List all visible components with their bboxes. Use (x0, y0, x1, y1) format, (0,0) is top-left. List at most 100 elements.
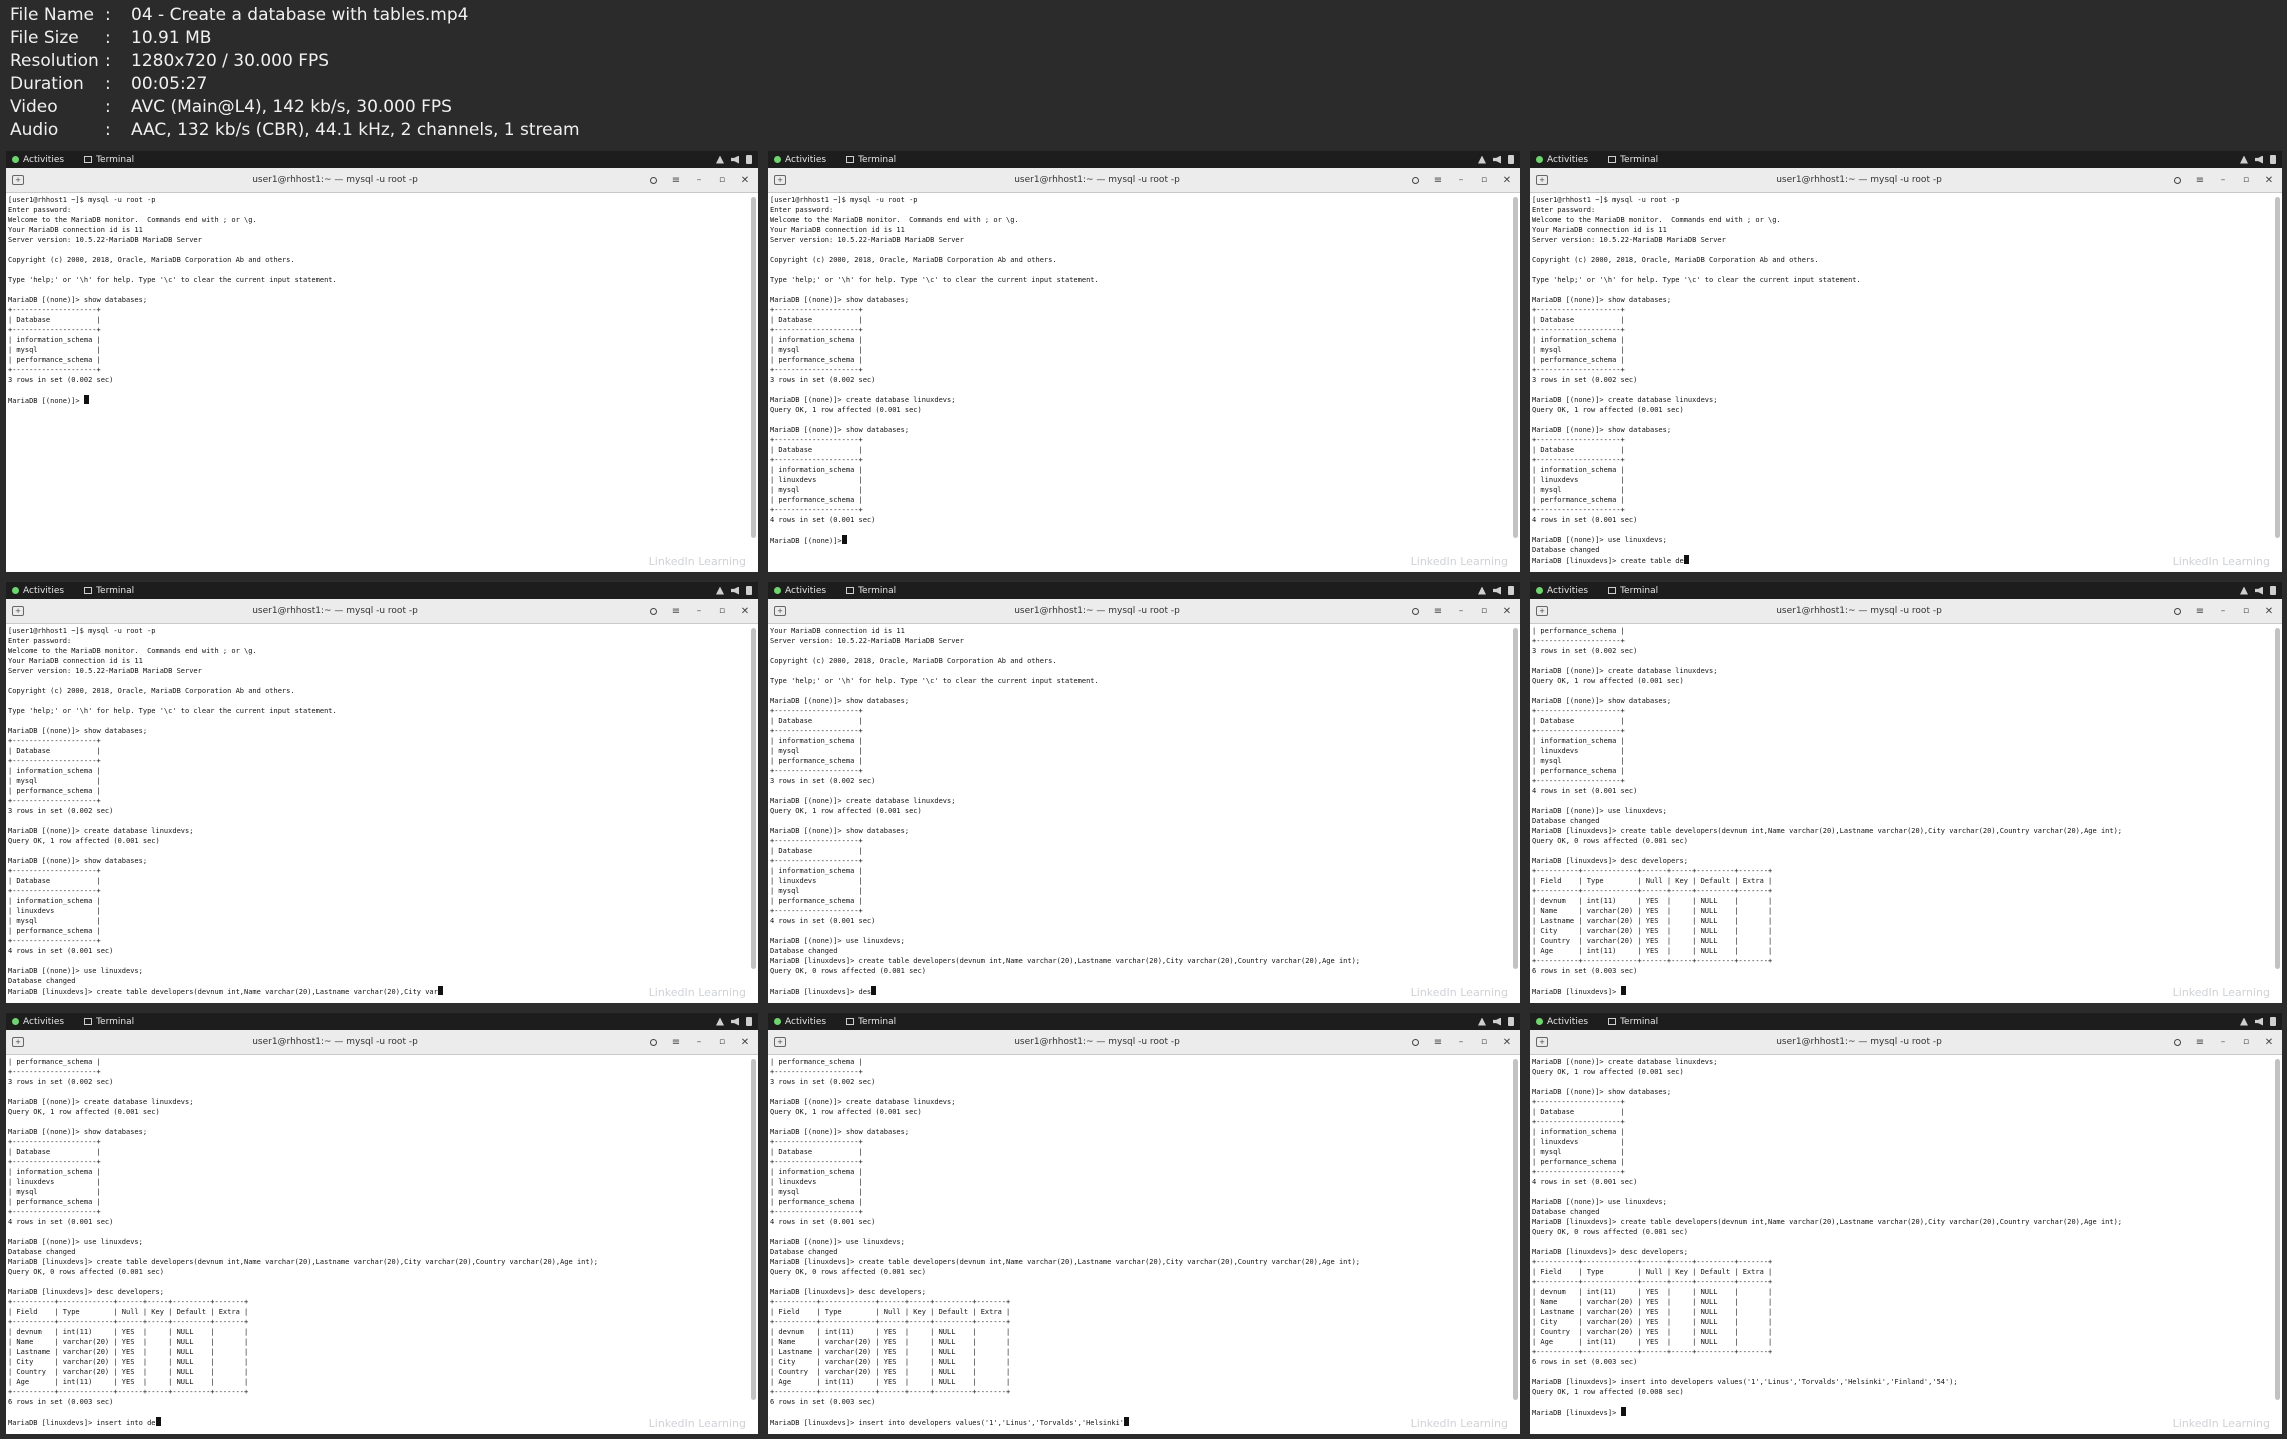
terminal-app-menu[interactable]: Terminal (846, 155, 896, 165)
terminal-app-menu[interactable]: Terminal (84, 1017, 134, 1027)
maximize-icon[interactable]: ▫ (2239, 1035, 2253, 1049)
hamburger-menu-icon[interactable]: ≡ (2193, 1035, 2207, 1049)
search-button[interactable] (646, 604, 660, 618)
maximize-icon[interactable]: ▫ (1477, 173, 1491, 187)
system-tray[interactable] (716, 1017, 752, 1026)
activities-button[interactable]: Activities (12, 155, 64, 165)
hamburger-menu-icon[interactable]: ≡ (1431, 604, 1445, 618)
new-tab-icon[interactable]: + (1536, 1037, 1548, 1047)
close-icon[interactable]: ✕ (1500, 173, 1514, 187)
new-tab-icon[interactable]: + (774, 1037, 786, 1047)
scrollbar[interactable] (1513, 1059, 1518, 1401)
activities-button[interactable]: Activities (1536, 155, 1588, 165)
minimize-icon[interactable]: – (692, 173, 706, 187)
system-tray[interactable] (716, 155, 752, 164)
close-icon[interactable]: ✕ (738, 173, 752, 187)
new-tab-icon[interactable]: + (12, 1037, 24, 1047)
new-tab-icon[interactable]: + (1536, 606, 1548, 616)
scrollbar[interactable] (2275, 1059, 2280, 1401)
minimize-icon[interactable]: – (1454, 1035, 1468, 1049)
new-tab-icon[interactable]: + (12, 175, 24, 185)
minimize-icon[interactable]: – (2216, 1035, 2230, 1049)
terminal-app-menu[interactable]: Terminal (1608, 1017, 1658, 1027)
activities-button[interactable]: Activities (12, 586, 64, 596)
minimize-icon[interactable]: – (692, 604, 706, 618)
hamburger-menu-icon[interactable]: ≡ (669, 604, 683, 618)
system-tray[interactable] (2240, 1017, 2276, 1026)
minimize-icon[interactable]: – (692, 1035, 706, 1049)
scrollbar[interactable] (2275, 197, 2280, 539)
activities-button[interactable]: Activities (774, 586, 826, 596)
hamburger-menu-icon[interactable]: ≡ (1431, 173, 1445, 187)
new-tab-icon[interactable]: + (774, 606, 786, 616)
close-icon[interactable]: ✕ (738, 604, 752, 618)
search-button[interactable] (1408, 604, 1422, 618)
terminal-output[interactable]: [user1@rhhost1 ~]$ mysql -u root -p Ente… (6, 624, 758, 1003)
system-tray[interactable] (1478, 586, 1514, 595)
minimize-icon[interactable]: – (1454, 173, 1468, 187)
hamburger-menu-icon[interactable]: ≡ (1431, 1035, 1445, 1049)
search-button[interactable] (2170, 173, 2184, 187)
close-icon[interactable]: ✕ (2262, 173, 2276, 187)
minimize-icon[interactable]: – (2216, 173, 2230, 187)
hamburger-menu-icon[interactable]: ≡ (2193, 604, 2207, 618)
terminal-output[interactable]: [user1@rhhost1 ~]$ mysql -u root -p Ente… (6, 193, 758, 572)
system-tray[interactable] (1478, 155, 1514, 164)
minimize-icon[interactable]: – (2216, 604, 2230, 618)
search-button[interactable] (1408, 1035, 1422, 1049)
close-icon[interactable]: ✕ (1500, 1035, 1514, 1049)
hamburger-menu-icon[interactable]: ≡ (669, 173, 683, 187)
search-button[interactable] (1408, 173, 1422, 187)
close-icon[interactable]: ✕ (2262, 1035, 2276, 1049)
system-tray[interactable] (716, 586, 752, 595)
terminal-output[interactable]: [user1@rhhost1 ~]$ mysql -u root -p Ente… (1530, 193, 2282, 572)
new-tab-icon[interactable]: + (774, 175, 786, 185)
maximize-icon[interactable]: ▫ (715, 1035, 729, 1049)
search-button[interactable] (2170, 1035, 2184, 1049)
close-icon[interactable]: ✕ (738, 1035, 752, 1049)
maximize-icon[interactable]: ▫ (1477, 1035, 1491, 1049)
activities-button[interactable]: Activities (12, 1017, 64, 1027)
terminal-output[interactable]: Your MariaDB connection id is 11 Server … (768, 624, 1520, 1003)
hamburger-menu-icon[interactable]: ≡ (2193, 173, 2207, 187)
scrollbar[interactable] (2275, 628, 2280, 970)
activities-button[interactable]: Activities (1536, 586, 1588, 596)
close-icon[interactable]: ✕ (2262, 604, 2276, 618)
search-button[interactable] (646, 1035, 660, 1049)
maximize-icon[interactable]: ▫ (715, 173, 729, 187)
scrollbar[interactable] (751, 197, 756, 539)
new-tab-icon[interactable]: + (12, 606, 24, 616)
terminal-output[interactable]: [user1@rhhost1 ~]$ mysql -u root -p Ente… (768, 193, 1520, 572)
system-tray[interactable] (1478, 1017, 1514, 1026)
close-icon[interactable]: ✕ (1500, 604, 1514, 618)
new-tab-icon[interactable]: + (1536, 175, 1548, 185)
minimize-icon[interactable]: – (1454, 604, 1468, 618)
terminal-output[interactable]: | performance_schema | +----------------… (6, 1055, 758, 1434)
terminal-output[interactable]: MariaDB [(none)]> create database linuxd… (1530, 1055, 2282, 1434)
activities-button[interactable]: Activities (774, 1017, 826, 1027)
hamburger-menu-icon[interactable]: ≡ (669, 1035, 683, 1049)
activities-button[interactable]: Activities (1536, 1017, 1588, 1027)
activities-button[interactable]: Activities (774, 155, 826, 165)
scrollbar[interactable] (1513, 628, 1518, 970)
maximize-icon[interactable]: ▫ (1477, 604, 1491, 618)
terminal-app-menu[interactable]: Terminal (84, 155, 134, 165)
system-tray[interactable] (2240, 155, 2276, 164)
network-icon (1478, 586, 1486, 595)
scrollbar[interactable] (1513, 197, 1518, 539)
scrollbar[interactable] (751, 628, 756, 970)
terminal-output[interactable]: | performance_schema | +----------------… (768, 1055, 1520, 1434)
scrollbar[interactable] (751, 1059, 756, 1401)
terminal-app-menu[interactable]: Terminal (846, 1017, 896, 1027)
terminal-app-menu[interactable]: Terminal (1608, 155, 1658, 165)
maximize-icon[interactable]: ▫ (2239, 173, 2253, 187)
terminal-app-menu[interactable]: Terminal (84, 586, 134, 596)
search-button[interactable] (2170, 604, 2184, 618)
maximize-icon[interactable]: ▫ (715, 604, 729, 618)
terminal-app-menu[interactable]: Terminal (846, 586, 896, 596)
maximize-icon[interactable]: ▫ (2239, 604, 2253, 618)
terminal-output[interactable]: | performance_schema | +----------------… (1530, 624, 2282, 1003)
system-tray[interactable] (2240, 586, 2276, 595)
terminal-app-menu[interactable]: Terminal (1608, 586, 1658, 596)
search-button[interactable] (646, 173, 660, 187)
